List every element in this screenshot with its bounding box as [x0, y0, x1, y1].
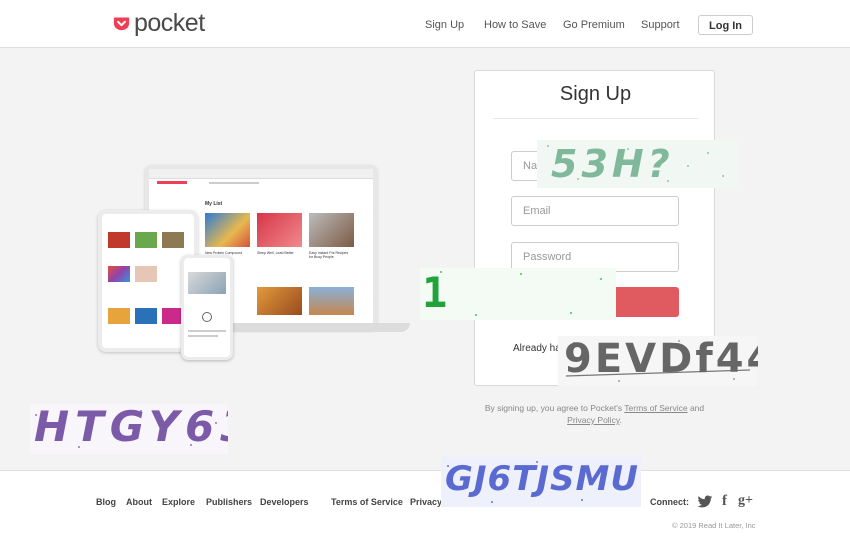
nav-sign-up[interactable]: Sign Up: [425, 19, 464, 31]
site-footer: Blog About Explore Publishers Developers…: [0, 470, 850, 540]
privacy-policy-link[interactable]: Privacy Policy: [567, 415, 619, 425]
footer-link-about[interactable]: About: [126, 497, 152, 507]
device-illustration: My List New Protein Compound America Sle…: [95, 160, 415, 365]
captcha-overlay: HTGY63: [30, 404, 228, 454]
article-thumb: [257, 287, 302, 315]
article-thumb: [205, 213, 250, 247]
tablet-thumb: [108, 308, 130, 324]
footer-link-developers[interactable]: Developers: [260, 497, 309, 507]
pocket-logo[interactable]: pocket: [113, 10, 205, 36]
tablet-thumb: [108, 232, 130, 248]
tablet-thumb: [108, 266, 130, 282]
footer-link-explore[interactable]: Explore: [162, 497, 195, 507]
facebook-icon[interactable]: f: [722, 493, 727, 510]
browser-bar: [149, 169, 373, 179]
article-thumb: [309, 213, 354, 247]
mini-list-title: My List: [205, 201, 223, 207]
nav-go-premium[interactable]: Go Premium: [563, 19, 625, 31]
nav-how-to-save[interactable]: How to Save: [484, 19, 546, 31]
nav-support[interactable]: Support: [641, 19, 680, 31]
phone-device: [181, 255, 233, 360]
log-in-button[interactable]: Log In: [698, 15, 753, 35]
article-thumb: [309, 287, 354, 315]
tablet-thumb: [135, 232, 157, 248]
article-title: Sleep Well, Lead Better: [257, 251, 294, 255]
terms-of-service-link[interactable]: Terms of Service: [624, 403, 687, 413]
captcha-text: 9EVDf44: [564, 336, 758, 382]
captcha-text: 53H?NS: [551, 142, 674, 188]
divider: [493, 118, 698, 119]
google-plus-icon[interactable]: g+: [738, 493, 753, 509]
terms-notice: By signing up, you agree to Pocket's Ter…: [474, 402, 715, 426]
mini-tabs: [209, 182, 259, 184]
connect-label: Connect:: [650, 497, 689, 507]
article-thumb: [257, 213, 302, 247]
signup-title: Sign Up: [559, 83, 632, 105]
play-icon: [202, 312, 212, 322]
terms-suffix: .: [619, 415, 622, 425]
footer-link-publishers[interactable]: Publishers: [206, 497, 252, 507]
tablet-thumb: [135, 308, 157, 324]
site-header: pocket Sign Up How to Save Go Premium Su…: [0, 0, 850, 48]
captcha-overlay: 9EVDf44: [558, 336, 758, 386]
phone-thumb: [188, 272, 226, 294]
pocket-logo-icon: [113, 17, 130, 30]
captcha-overlay: 53H?NS: [537, 140, 737, 188]
twitter-icon[interactable]: [697, 495, 713, 509]
mini-logo: [157, 181, 187, 184]
captcha-text: 1 99V7f61: [422, 268, 611, 320]
footer-link-blog[interactable]: Blog: [96, 497, 116, 507]
captcha-overlay: GJ6TJSMU: [441, 457, 641, 507]
captcha-text: HTGY63: [34, 404, 228, 451]
captcha-overlay: 1 99V7f61: [420, 268, 616, 320]
phone-text-line: [188, 330, 226, 332]
phone-text-line: [188, 335, 218, 337]
email-field[interactable]: Email: [511, 196, 679, 226]
terms-and: and: [687, 403, 705, 413]
footer-link-terms[interactable]: Terms of Service: [331, 497, 403, 507]
article-title: Easy Instant Pot Recipes for Busy People: [309, 251, 349, 259]
terms-prefix: By signing up, you agree to Pocket's: [484, 403, 625, 413]
tablet-thumb: [135, 266, 157, 282]
captcha-text: GJ6TJSMU: [445, 459, 639, 499]
already-have-account-text: Already ha: [513, 343, 561, 354]
brand-name: pocket: [134, 9, 205, 37]
footer-link-privacy[interactable]: Privacy: [410, 497, 442, 507]
copyright-text: © 2019 Read It Later, Inc: [672, 521, 756, 530]
tablet-thumb: [162, 232, 184, 248]
